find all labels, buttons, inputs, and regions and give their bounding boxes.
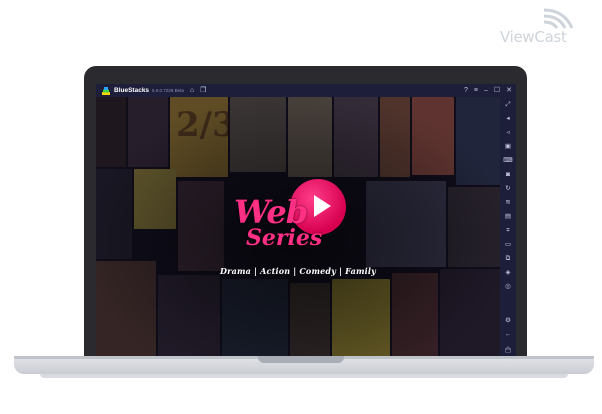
laptop-foot	[40, 374, 568, 378]
viewcast-watermark: ViewCast	[500, 6, 596, 52]
copy-icon[interactable]: ⧉	[503, 254, 513, 264]
watermark-text: ViewCast	[500, 28, 567, 46]
minimize-icon[interactable]: –	[484, 87, 488, 94]
back-icon[interactable]: ←	[503, 330, 513, 340]
close-icon[interactable]: ✕	[506, 87, 512, 94]
screenshot-icon[interactable]: ◙	[503, 170, 513, 180]
logo-series-text: Series	[246, 225, 323, 251]
bluestacks-sidebar: ⤢ ◂ ◃ ▣ ⌨ ◙ ↻ ≋ ▤ ⌗ ▭ ⧉ ◈ ◎ ⚙ ← ⌂ ▢	[500, 97, 516, 358]
recents-icon[interactable]: ▢	[503, 346, 513, 356]
eco-icon[interactable]: ◈	[503, 268, 513, 278]
app-version: 5.0.0.7228 Beta	[152, 88, 184, 93]
laptop-screen: BlueStacks 5.0.0.7228 Beta ⌂ ❐ ? ≡ – ☐ ✕…	[96, 84, 516, 358]
bluestacks-logo-icon	[102, 86, 110, 95]
multi-instance-icon[interactable]: ❐	[200, 87, 206, 94]
bluestacks-titlebar: BlueStacks 5.0.0.7228 Beta ⌂ ❐ ? ≡ – ☐ ✕	[96, 84, 516, 97]
web-series-splash: 2/3 Web Series Drama | Action | Comedy |…	[96, 97, 500, 358]
keyboard-icon[interactable]: ⌨	[503, 156, 513, 166]
genre-tagline: Drama | Action | Comedy | Family	[220, 266, 376, 276]
play-icon	[314, 195, 331, 217]
settings-icon[interactable]: ⚙	[503, 316, 513, 326]
menu-icon[interactable]: ≡	[474, 87, 478, 94]
shake-icon[interactable]: ≋	[503, 198, 513, 208]
volume-down-icon[interactable]: ◃	[503, 128, 513, 138]
media-icon[interactable]: ▣	[503, 142, 513, 152]
help-icon[interactable]: ?	[464, 87, 468, 94]
rotate-icon[interactable]: ↻	[503, 184, 513, 194]
laptop-opening-notch	[258, 356, 344, 363]
home-icon[interactable]: ⌂	[190, 87, 194, 94]
signal-waves-icon	[543, 8, 574, 29]
scan-icon[interactable]: ⌗	[503, 226, 513, 236]
app-name: BlueStacks	[114, 87, 150, 94]
volume-up-icon[interactable]: ◂	[503, 114, 513, 124]
folder-icon[interactable]: ▭	[503, 240, 513, 250]
maximize-icon[interactable]: ☐	[494, 87, 500, 94]
macro-icon[interactable]: ◎	[503, 282, 513, 292]
fullscreen-icon[interactable]: ⤢	[503, 100, 513, 110]
apk-icon[interactable]: ▤	[503, 212, 513, 222]
